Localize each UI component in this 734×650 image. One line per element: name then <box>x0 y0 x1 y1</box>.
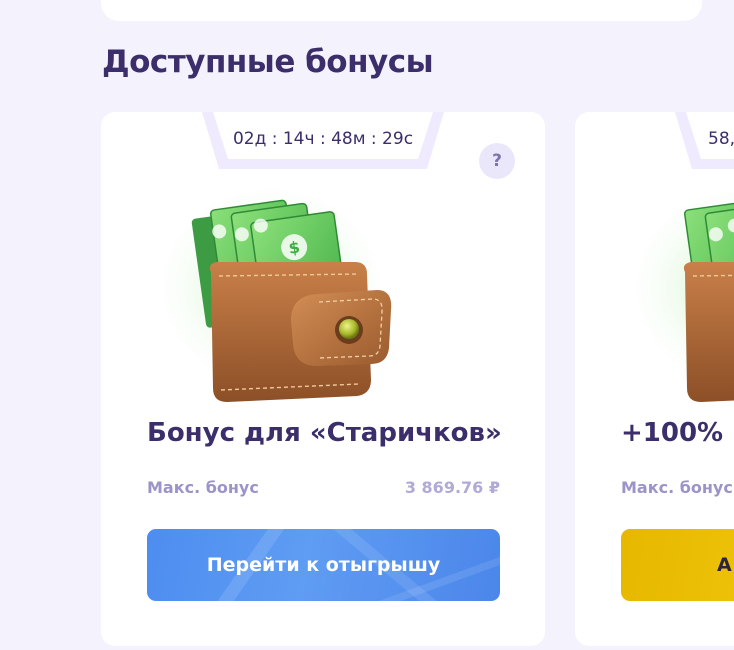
go-to-wagering-button[interactable]: Перейти к отыгрышу <box>147 529 500 601</box>
activate-label: А <box>717 554 732 576</box>
help-button[interactable]: ? <box>479 143 515 179</box>
question-mark-icon: ? <box>492 151 502 171</box>
max-bonus-label: Макс. бонус <box>147 478 259 497</box>
timer-tab: 02д : 14ч : 48м : 29с <box>202 112 444 169</box>
bonus-card: 58, +100% к Макс. бонус А <box>575 112 734 646</box>
countdown-timer: 58, <box>708 129 734 149</box>
section-title: Доступные бонусы <box>102 44 434 80</box>
timer-tab: 58, <box>675 112 734 169</box>
wallet-with-cash-icon: $ <box>146 186 396 410</box>
countdown-timer: 02д : 14ч : 48м : 29с <box>232 129 414 149</box>
wallet-with-cash-icon <box>620 186 734 410</box>
bonus-name: Бонус для «Старичков» <box>147 418 502 448</box>
activate-button[interactable]: А <box>621 529 734 601</box>
max-bonus-value: 3 869.76 ₽ <box>404 478 500 497</box>
top-panel <box>101 0 702 21</box>
go-to-wagering-label: Перейти к отыгрышу <box>206 554 441 576</box>
bonus-name: +100% к <box>621 418 734 448</box>
bonuses-page: Доступные бонусы 02д : 14ч : 48м : 29с ? <box>0 0 734 650</box>
max-bonus-label: Макс. бонус <box>621 478 733 497</box>
bonus-card: 02д : 14ч : 48м : 29с ? $ Бонус для «Ста… <box>101 112 545 646</box>
